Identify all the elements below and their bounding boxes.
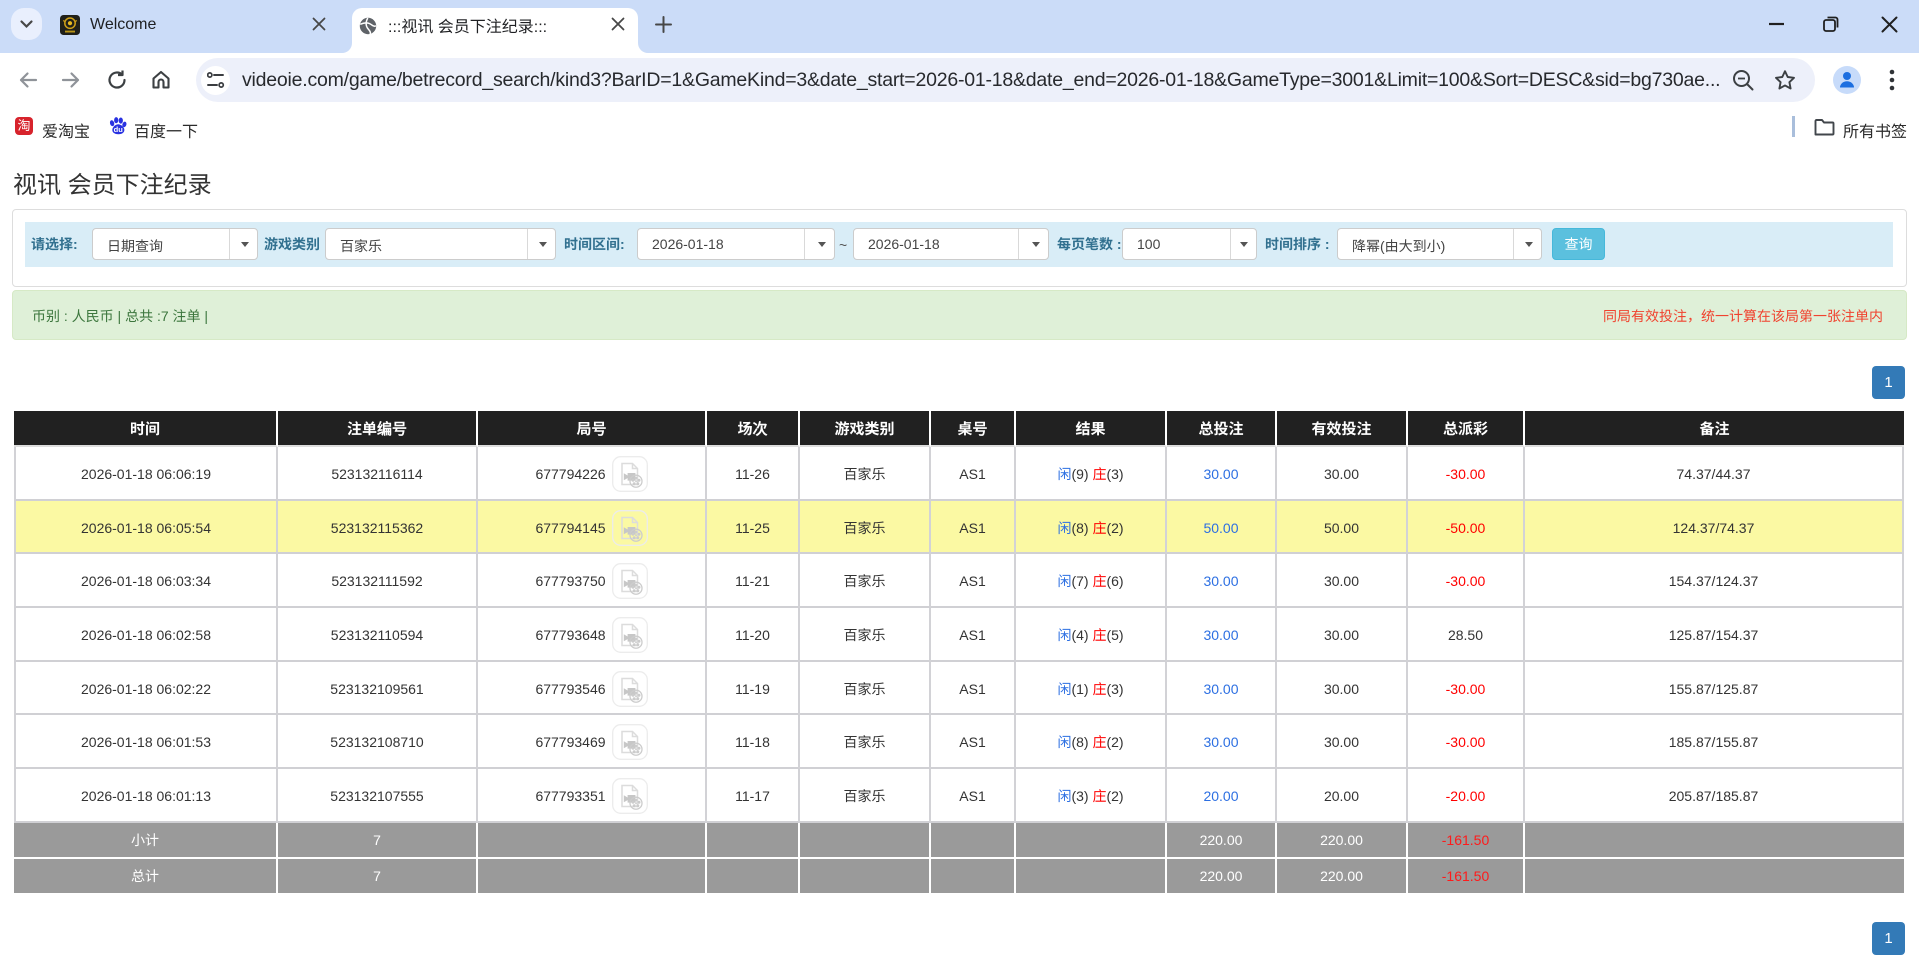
svg-text:du: du	[114, 125, 124, 134]
